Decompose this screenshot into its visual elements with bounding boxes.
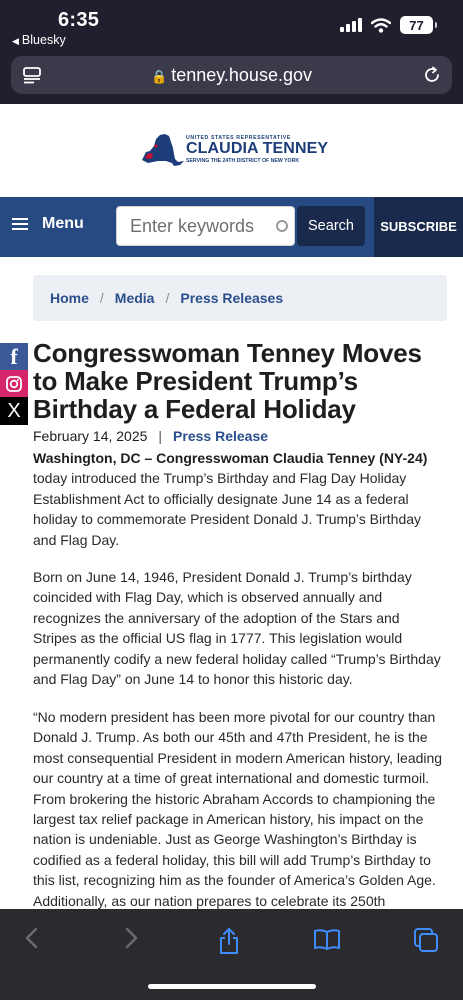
url-label: tenney.house.gov — [171, 65, 312, 85]
menu-label: Menu — [42, 215, 84, 232]
facebook-share-button[interactable]: f — [0, 343, 28, 371]
breadcrumb-separator: / — [99, 290, 104, 306]
search-placeholder: Enter keywords — [130, 216, 255, 236]
article-title: Congresswoman Tenney Moves to Make Presi… — [33, 338, 422, 424]
article-date: February 14, 2025 — [33, 428, 148, 444]
paragraph-1-text: today introduced the Trump’s Birthday an… — [33, 470, 422, 548]
dateline-lead: Washington, DC – Congresswoman Claudia T… — [33, 450, 428, 466]
article-paragraph-3: “No modern president has been more pivot… — [33, 709, 443, 909]
url-display[interactable]: 🔒 tenney.house.gov — [11, 65, 452, 86]
new-york-map-icon — [142, 134, 184, 166]
logo-name: CLAUDIA TENNEY — [186, 140, 329, 157]
address-bar[interactable]: 🔒 tenney.house.gov — [11, 56, 452, 94]
forward-icon[interactable] — [121, 927, 141, 949]
search-input[interactable]: Enter keywords — [116, 206, 295, 246]
breadcrumb-press-releases[interactable]: Press Releases — [180, 290, 283, 306]
x-icon: X — [7, 399, 21, 422]
menu-button[interactable]: Menu — [12, 215, 84, 233]
meta-separator: | — [158, 428, 163, 444]
breadcrumb: Home / Media / Press Releases — [33, 275, 447, 321]
lock-icon: 🔒 — [151, 69, 168, 84]
breadcrumb-media[interactable]: Media — [115, 290, 155, 306]
subscribe-button[interactable]: SUBSCRIBE — [374, 197, 463, 257]
search-clear-icon[interactable] — [276, 220, 288, 232]
back-to-app-link[interactable]: ◀ Bluesky — [12, 33, 66, 47]
article-paragraph-2: Born on June 14, 1946, President Donald … — [33, 569, 441, 688]
facebook-icon: f — [10, 344, 18, 369]
back-app-label: Bluesky — [21, 33, 66, 47]
cellular-signal-icon — [340, 18, 362, 32]
status-time: 6:35 — [58, 9, 100, 31]
x-share-button[interactable]: X — [0, 397, 28, 425]
share-icon[interactable] — [217, 927, 241, 955]
back-triangle-icon: ◀ — [12, 36, 19, 46]
article-category-link[interactable]: Press Release — [173, 428, 268, 444]
logo-tagline: SERVING THE 24TH DISTRICT OF NEW YORK — [186, 158, 300, 164]
site-header: UNITED STATES REPRESENTATIVE CLAUDIA TEN… — [0, 104, 463, 197]
breadcrumb-home[interactable]: Home — [50, 290, 89, 306]
search-button[interactable]: Search — [297, 206, 365, 246]
browser-top-chrome: 6:35 ◀ Bluesky 77 🔒 tenney.house.gov — [0, 0, 463, 104]
article-paragraph-1: Washington, DC – Congresswoman Claudia T… — [33, 448, 445, 550]
article-meta: February 14, 2025 | Press Release — [33, 428, 268, 444]
breadcrumb-separator: / — [165, 290, 170, 306]
tabs-icon[interactable] — [413, 927, 439, 953]
status-icons: 77 — [340, 16, 437, 34]
bookmarks-icon[interactable] — [313, 927, 341, 951]
home-indicator — [148, 984, 316, 989]
instagram-share-button[interactable] — [0, 370, 28, 398]
hamburger-icon — [12, 218, 28, 230]
reload-icon[interactable] — [422, 65, 442, 85]
wifi-icon — [371, 17, 391, 33]
back-icon[interactable] — [22, 927, 42, 949]
battery-indicator: 77 — [400, 16, 437, 34]
instagram-icon — [6, 376, 22, 392]
main-navigation: Menu Enter keywords Search SUBSCRIBE — [0, 197, 463, 257]
site-logo[interactable]: UNITED STATES REPRESENTATIVE CLAUDIA TEN… — [140, 132, 328, 172]
